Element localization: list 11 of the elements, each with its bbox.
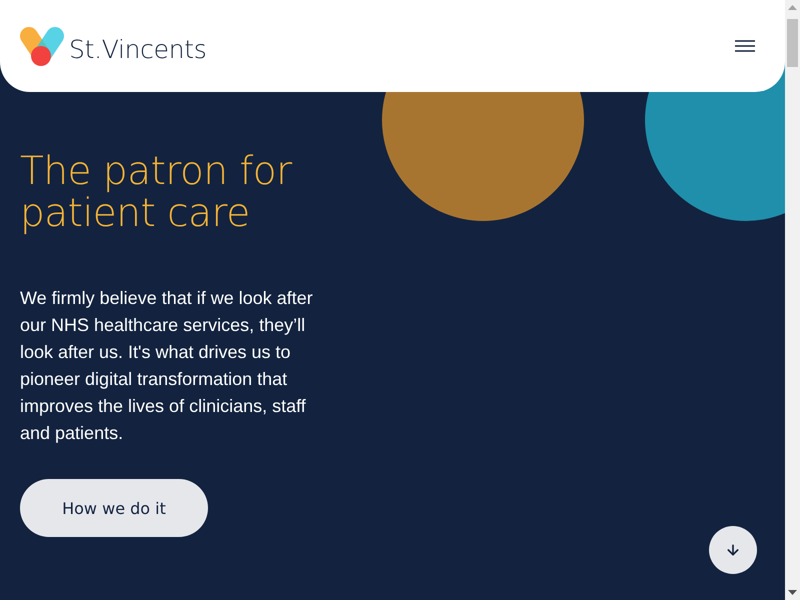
hero-paragraph: We firmly believe that if we look after our NHS healthcare services, they’ll look after us. It's what drives us to pioneer digital transformation that improves the lives of clinicians, staff and patients. [20,287,314,445]
scrollbar-thumb[interactable] [787,19,798,67]
how-we-do-it-button[interactable]: How we do it [20,479,208,537]
menu-icon [735,40,755,52]
logo-icon [20,26,64,66]
scroll-down-icon[interactable] [788,590,797,595]
hero-heading: The patron for patient care [20,151,294,235]
scroll-down-button[interactable] [709,526,757,574]
menu-button[interactable] [735,40,755,52]
logo-text: St.Vincents [69,34,206,64]
arrow-down-icon [725,542,741,558]
